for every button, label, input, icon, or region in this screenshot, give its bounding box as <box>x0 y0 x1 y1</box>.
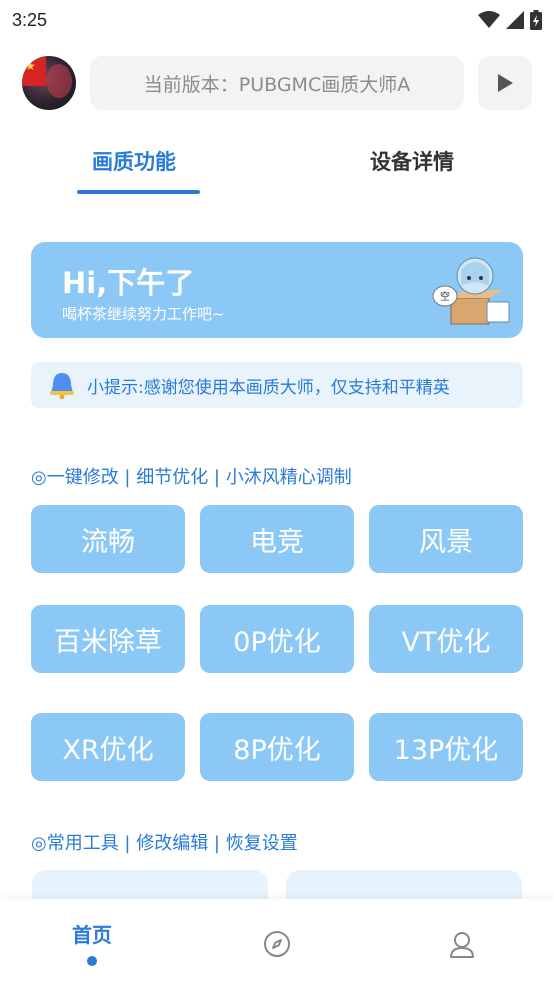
nav-home-label[interactable]: 首页 <box>72 919 112 948</box>
tab-device[interactable]: 设备详情 <box>370 146 454 176</box>
version-field[interactable]: 当前版本：PUBGMC画质大师A <box>90 56 464 110</box>
star-icon: ★ <box>25 59 36 73</box>
notice-bar: 小提示:感谢您使用本画质大师，仅支持和平精英 <box>31 362 523 408</box>
preset-13p-button[interactable]: 13P优化 <box>369 713 523 781</box>
wifi-icon <box>478 11 500 28</box>
preset-vt-button[interactable]: VT优化 <box>369 605 523 673</box>
battery-icon <box>530 10 542 30</box>
status-icons <box>478 10 542 30</box>
preset-esports-button[interactable]: 电竞 <box>200 505 354 573</box>
section-title-tools: ◎常用工具 | 修改编辑 | 恢复设置 <box>31 833 298 854</box>
preset-xr-button[interactable]: XR优化 <box>31 713 185 781</box>
notice-text: 小提示:感谢您使用本画质大师，仅支持和平精英 <box>87 377 450 398</box>
tab-bar: 画质功能 设备详情 <box>0 140 554 200</box>
preset-0p-button[interactable]: 0P优化 <box>200 605 354 673</box>
anime-girl-illustration: 空 <box>432 257 510 325</box>
avatar[interactable]: ★ <box>22 56 76 110</box>
play-icon <box>498 74 513 92</box>
preset-scenery-button[interactable]: 风景 <box>369 505 523 573</box>
preset-smooth-button[interactable]: 流畅 <box>31 505 185 573</box>
status-time: 3:25 <box>12 9 48 30</box>
bell-icon <box>50 373 74 399</box>
art-badge-text: 空 <box>440 290 450 303</box>
status-bar: 3:25 <box>0 0 554 40</box>
bottom-nav: 首页 <box>0 899 554 985</box>
section-title-quick: ◎一键修改 | 细节优化 | 小沐风精心调制 <box>31 467 352 488</box>
user-icon[interactable] <box>447 929 477 959</box>
preset-grass-removal-button[interactable]: 百米除草 <box>31 605 185 673</box>
preset-8p-button[interactable]: 8P优化 <box>200 713 354 781</box>
avatar-art <box>46 64 72 98</box>
greeting-banner: Hi,下午了 喝杯茶继续努力工作吧~ 空 <box>31 242 523 338</box>
signal-icon <box>506 11 524 29</box>
nav-active-dot <box>87 956 97 966</box>
tab-quality[interactable]: 画质功能 <box>92 146 176 176</box>
banner-title: Hi,下午了 <box>62 266 195 300</box>
banner-subtitle: 喝杯茶继续努力工作吧~ <box>62 305 225 323</box>
play-button[interactable] <box>478 56 532 110</box>
top-bar: ★ 当前版本：PUBGMC画质大师A <box>22 56 532 110</box>
tab-indicator <box>77 190 200 194</box>
compass-icon[interactable] <box>262 929 292 959</box>
